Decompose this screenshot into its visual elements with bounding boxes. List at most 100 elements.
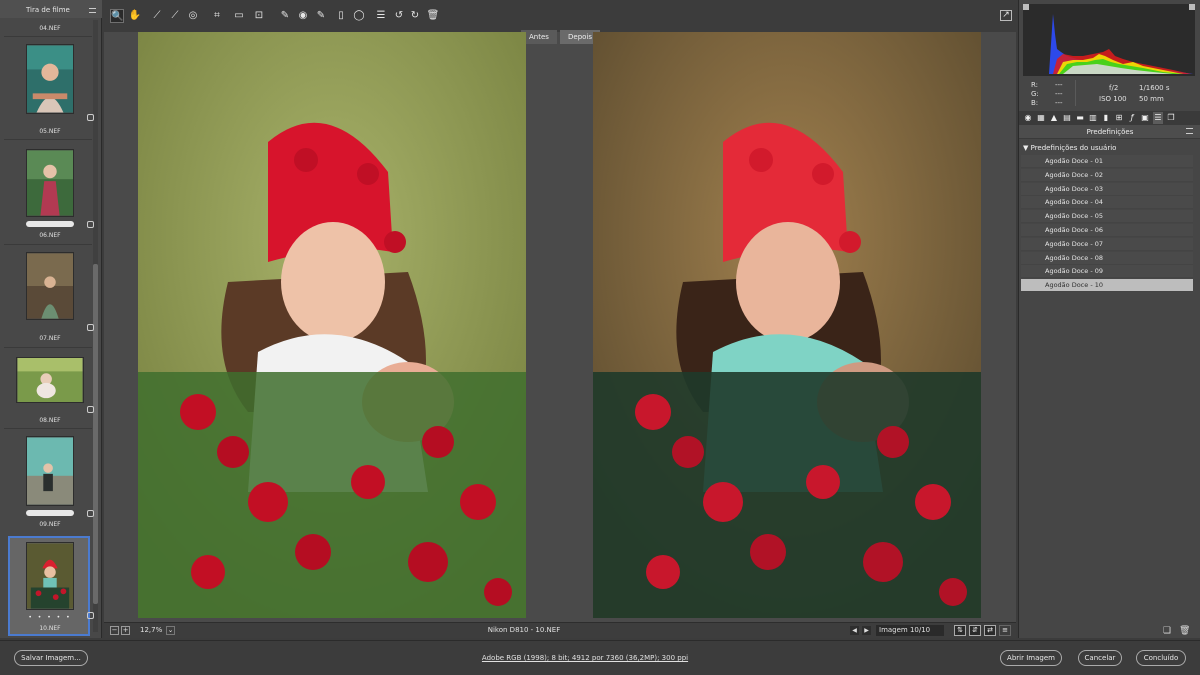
zoom-in-button[interactable]: + [121, 626, 130, 635]
zoom-out-button[interactable]: − [110, 626, 119, 635]
preset-item[interactable]: Agodão Doce - 03 [1021, 182, 1193, 196]
scrollbar-thumb[interactable] [93, 264, 98, 604]
preset-item[interactable]: Agodão Doce - 04 [1021, 196, 1193, 210]
open-image-button[interactable]: Abrir Imagem [1000, 650, 1062, 666]
tab-lens-icon[interactable]: ▥ [1088, 112, 1098, 124]
cancel-button[interactable]: Cancelar [1078, 650, 1122, 666]
rotate-right-tool-icon[interactable]: ↻ [408, 9, 422, 23]
previous-image-button[interactable]: ◀ [850, 626, 859, 635]
right-panel: R: --- G: --- B: --- f/2 1/1600 s ISO 10… [1018, 0, 1200, 638]
divider [4, 428, 92, 429]
new-preset-icon[interactable]: ❏ [1163, 626, 1171, 636]
divider [4, 347, 92, 348]
tab-camera-icon[interactable]: ▣ [1140, 112, 1150, 124]
focal-value: 50 mm [1139, 95, 1164, 103]
preset-item[interactable]: Agodão Doce - 08 [1021, 251, 1193, 265]
crop-tool-icon[interactable]: ⌗ [210, 9, 224, 23]
zoom-dropdown-icon[interactable]: ⌄ [166, 626, 175, 635]
thumbnail-07 [26, 252, 74, 320]
preset-item[interactable]: Agodão Doce - 01 [1021, 155, 1193, 168]
film-item-10[interactable]: • • • • • 10.NEF [8, 536, 94, 636]
histogram [1023, 4, 1195, 76]
before-pane[interactable] [138, 32, 526, 618]
straighten-tool-icon[interactable]: ▭ [232, 9, 246, 23]
preset-item[interactable]: Agodão Doce - 09 [1021, 265, 1193, 279]
badge-icon [87, 510, 94, 517]
delete-preset-icon[interactable]: 🗑 [1179, 626, 1190, 636]
swap-icon[interactable]: ⇵ [969, 625, 981, 636]
hand-tool-icon[interactable]: ✋ [128, 9, 142, 23]
compare-layout-icon[interactable]: ⇅ [954, 625, 966, 636]
tab-tone-curve-icon[interactable]: ▦ [1036, 112, 1046, 124]
progress-pill [26, 221, 74, 227]
preset-item[interactable]: Agodão Doce - 05 [1021, 210, 1193, 224]
red-eye-tool-icon[interactable]: ◉ [296, 9, 310, 23]
preset-item[interactable]: Agodão Doce - 02 [1021, 168, 1193, 182]
workflow-options-link[interactable]: Adobe RGB (1998); 8 bit; 4912 por 7360 (… [420, 654, 750, 662]
tab-hsl-icon[interactable]: ▤ [1062, 112, 1072, 124]
after-pane[interactable] [593, 32, 981, 618]
panel-menu-icon[interactable] [1186, 128, 1193, 134]
preset-group-header[interactable]: ▼ Predefinições do usuário [1023, 144, 1116, 152]
b-value: --- [1055, 99, 1063, 107]
rating-stars[interactable]: • • • • • [10, 614, 90, 621]
thumbnail-06 [26, 149, 74, 217]
filmstrip-panel: Tira de filme 04.NEF 05.NEF 06.NEF 07.NE… [0, 0, 102, 638]
film-item-07[interactable]: 07.NEF [4, 246, 94, 348]
r-value: --- [1055, 81, 1063, 89]
adjustment-brush-tool-icon[interactable]: ✎ [314, 9, 328, 23]
preset-item[interactable]: Agodão Doce - 07 [1021, 237, 1193, 251]
rotate-left-tool-icon[interactable]: ↺ [392, 9, 406, 23]
film-item-label: 08.NEF [39, 417, 61, 424]
tab-before[interactable]: Antes [521, 30, 557, 44]
graduated-filter-tool-icon[interactable]: ▯ [334, 9, 348, 23]
spot-removal-tool-icon[interactable]: ✎ [278, 9, 292, 23]
panel-tabs: ◉ ▦ ▲ ▤ ▬ ▥ ▮ ⊞ ƒ ▣ ☰ ❐ [1019, 111, 1200, 125]
thumbnail-09 [26, 436, 74, 506]
zoom-tool-icon[interactable]: 🔍 [110, 9, 124, 23]
panel-title: Predefinições [1019, 125, 1200, 139]
film-item-08[interactable]: 08.NEF [4, 349, 94, 429]
film-item-04[interactable]: 04.NEF [4, 20, 92, 40]
tab-split-toning-icon[interactable]: ▬ [1075, 112, 1085, 124]
targeted-adjustment-tool-icon[interactable]: ◎ [186, 9, 200, 23]
color-sampler-tool-icon[interactable]: ⟋ [168, 9, 182, 23]
b-label: B: [1031, 99, 1039, 107]
save-image-button[interactable]: Salvar Imagem... [14, 650, 88, 666]
g-label: G: [1031, 90, 1039, 98]
toggle-settings-icon[interactable]: ≡ [999, 625, 1011, 636]
radial-filter-tool-icon[interactable]: ◯ [352, 9, 366, 23]
tab-effects-icon[interactable]: ▮ [1101, 112, 1111, 124]
transform-tool-icon[interactable]: ⊡ [252, 9, 266, 23]
tab-calibration-icon[interactable]: ⊞ [1114, 112, 1124, 124]
before-photo [138, 32, 526, 618]
tab-basic-icon[interactable]: ◉ [1023, 112, 1033, 124]
preset-item[interactable]: Agodão Doce - 06 [1021, 224, 1193, 237]
filmstrip-title: Tira de filme [26, 6, 70, 14]
delete-tool-icon[interactable]: 🗑 [426, 9, 440, 23]
preset-item[interactable]: Agodão Doce - 10 [1021, 279, 1193, 293]
after-photo [593, 32, 981, 618]
tab-detail-icon[interactable]: ▲ [1049, 112, 1059, 124]
iso-value: ISO 100 [1099, 95, 1127, 103]
badge-icon [87, 114, 94, 121]
film-item-05[interactable]: 05.NEF [4, 40, 94, 140]
done-button[interactable]: Concluído [1136, 650, 1186, 666]
film-item-06[interactable]: 06.NEF [4, 141, 94, 245]
divider [4, 139, 92, 140]
preferences-tool-icon[interactable]: ☰ [374, 9, 388, 23]
g-value: --- [1055, 90, 1063, 98]
tab-snapshots-icon[interactable]: ❐ [1166, 112, 1176, 124]
filmstrip-header: Tira de filme [0, 0, 102, 18]
film-item-09[interactable]: 09.NEF [10, 430, 94, 534]
shutter-value: 1/1600 s [1139, 84, 1170, 92]
toolbar: 🔍 ✋ ⟋ ⟋ ◎ ⌗ ▭ ⊡ ✎ ◉ ✎ ▯ ◯ ☰ ↺ ↻ 🗑 [104, 6, 1016, 28]
white-balance-tool-icon[interactable]: ⟋ [150, 9, 164, 23]
next-image-button[interactable]: ▶ [862, 626, 871, 635]
copy-settings-icon[interactable]: ⇄ [984, 625, 996, 636]
tab-fx-icon[interactable]: ƒ [1127, 112, 1137, 124]
zoom-level: 12,7% [140, 626, 163, 634]
filmstrip-menu-icon[interactable] [89, 8, 96, 13]
fullscreen-icon[interactable]: ↗ [1000, 10, 1012, 21]
tab-presets-icon[interactable]: ☰ [1153, 112, 1163, 124]
